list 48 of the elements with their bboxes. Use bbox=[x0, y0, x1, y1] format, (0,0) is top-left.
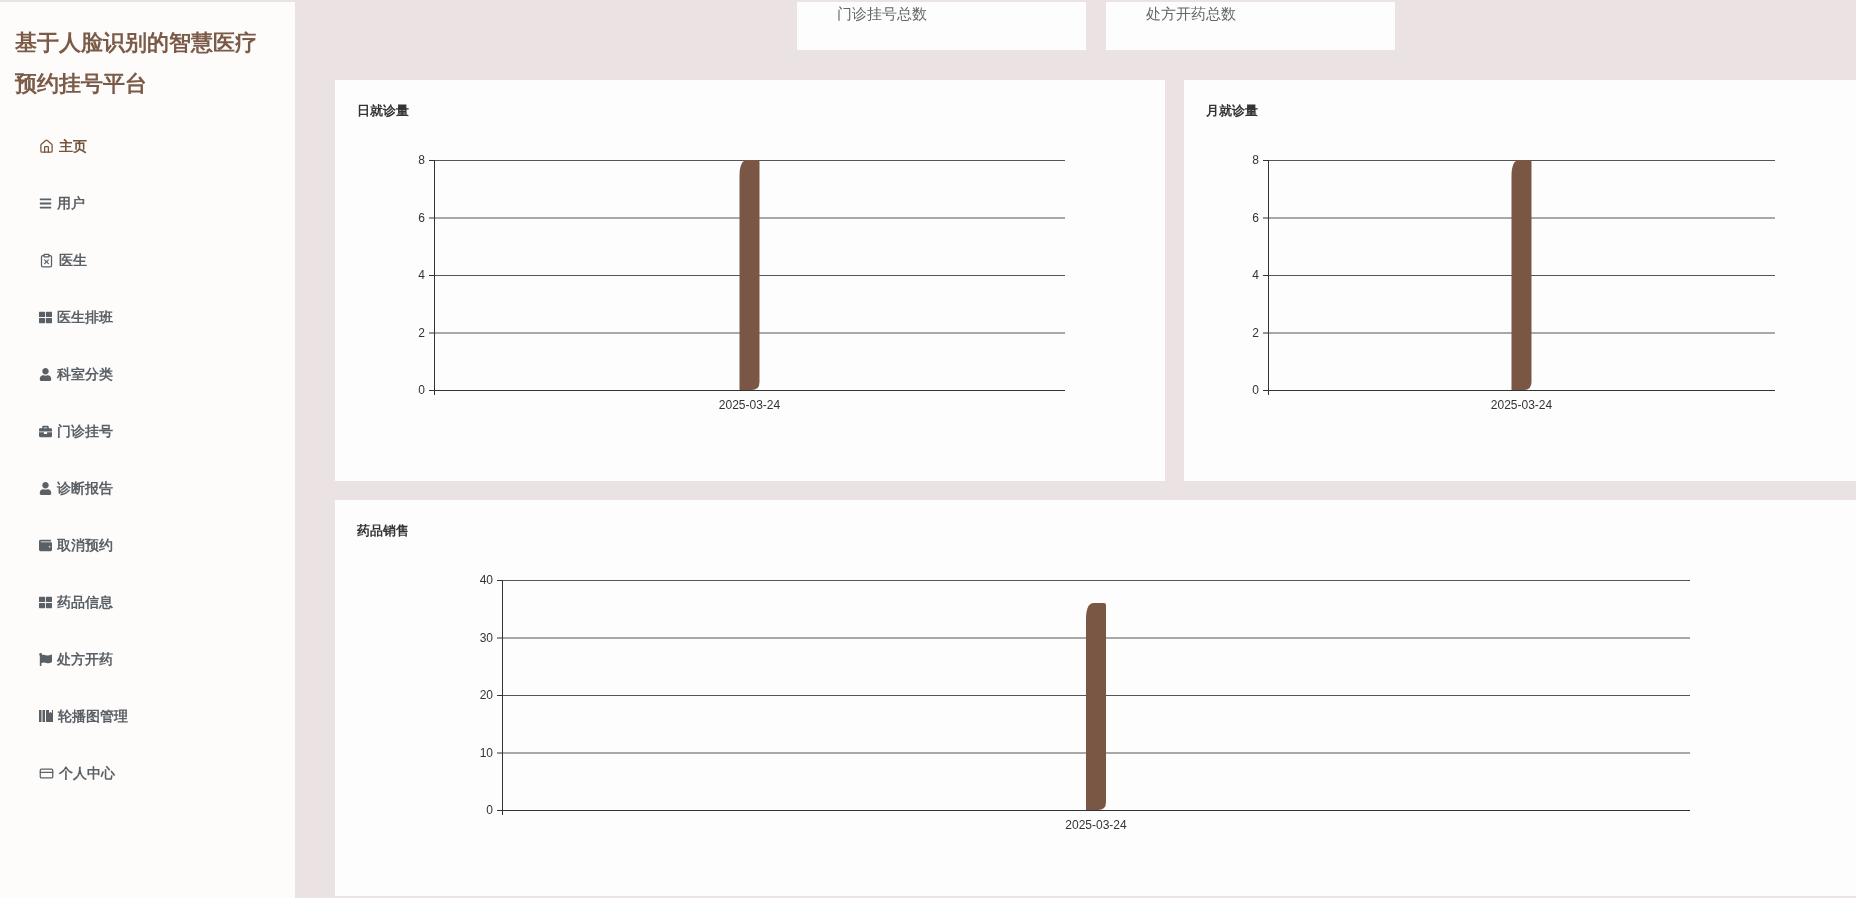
sidebar-item[interactable]: 用户 bbox=[39, 191, 85, 215]
sidebar-item[interactable]: 取消预约 bbox=[39, 533, 113, 557]
stat-label: 处方开药总数 bbox=[1145, 5, 1237, 23]
sidebar-item[interactable]: 处方开药 bbox=[39, 647, 113, 671]
wallet-icon bbox=[39, 538, 52, 552]
y-tick-label: 2 bbox=[1252, 325, 1259, 340]
app-title: 基于人脸识别的智慧医疗预约挂号平台 bbox=[15, 29, 258, 98]
y-tick-label: 0 bbox=[486, 803, 493, 817]
grid-icon bbox=[39, 310, 52, 324]
sidebar-item[interactable]: 医生 bbox=[39, 248, 87, 272]
y-tick-label: 2 bbox=[418, 325, 425, 340]
y-tick-label: 0 bbox=[418, 383, 425, 397]
person-icon bbox=[39, 367, 52, 381]
y-tick-label: 8 bbox=[1252, 153, 1259, 167]
y-tick-label: 20 bbox=[479, 688, 493, 702]
sidebar-item[interactable]: 主页 bbox=[39, 134, 87, 158]
sidebar-item[interactable]: 药品信息 bbox=[39, 590, 113, 614]
briefcase-icon bbox=[39, 424, 52, 438]
clipboard-x-icon bbox=[39, 252, 54, 268]
chart-title: 药品销售 bbox=[357, 522, 410, 540]
y-tick-label: 10 bbox=[479, 745, 493, 760]
y-tick-label: 30 bbox=[479, 630, 493, 645]
y-tick-label: 6 bbox=[1252, 210, 1259, 225]
sidebar-item[interactable]: 诊断报告 bbox=[39, 476, 113, 500]
flag-icon bbox=[39, 652, 52, 666]
stat-label: 门诊挂号总数 bbox=[836, 5, 928, 23]
chart-title: 月就诊量 bbox=[1206, 102, 1259, 120]
bars-icon bbox=[39, 709, 53, 723]
y-tick-label: 40 bbox=[479, 573, 493, 587]
y-tick-label: 4 bbox=[1252, 268, 1259, 282]
x-tick-label: 2025-03-24 bbox=[1490, 398, 1553, 412]
y-tick-label: 4 bbox=[418, 268, 425, 282]
sidebar-item[interactable]: 科室分类 bbox=[39, 362, 113, 386]
x-tick-label: 2025-03-24 bbox=[718, 398, 781, 412]
x-tick-label: 2025-03-24 bbox=[1065, 818, 1127, 832]
y-tick-label: 0 bbox=[1252, 383, 1259, 397]
card-icon bbox=[39, 765, 54, 781]
y-tick-label: 6 bbox=[418, 210, 425, 225]
home-icon bbox=[39, 138, 54, 154]
sidebar-item[interactable]: 个人中心 bbox=[39, 761, 115, 785]
chart-title: 日就诊量 bbox=[357, 102, 410, 120]
y-tick-label: 8 bbox=[418, 153, 425, 167]
lines-icon bbox=[39, 196, 52, 210]
sidebar-item[interactable]: 轮播图管理 bbox=[39, 704, 128, 728]
grid-icon bbox=[39, 595, 52, 609]
sidebar-item[interactable]: 医生排班 bbox=[39, 305, 113, 329]
person-icon bbox=[39, 481, 52, 495]
sidebar-item[interactable]: 门诊挂号 bbox=[39, 419, 113, 443]
